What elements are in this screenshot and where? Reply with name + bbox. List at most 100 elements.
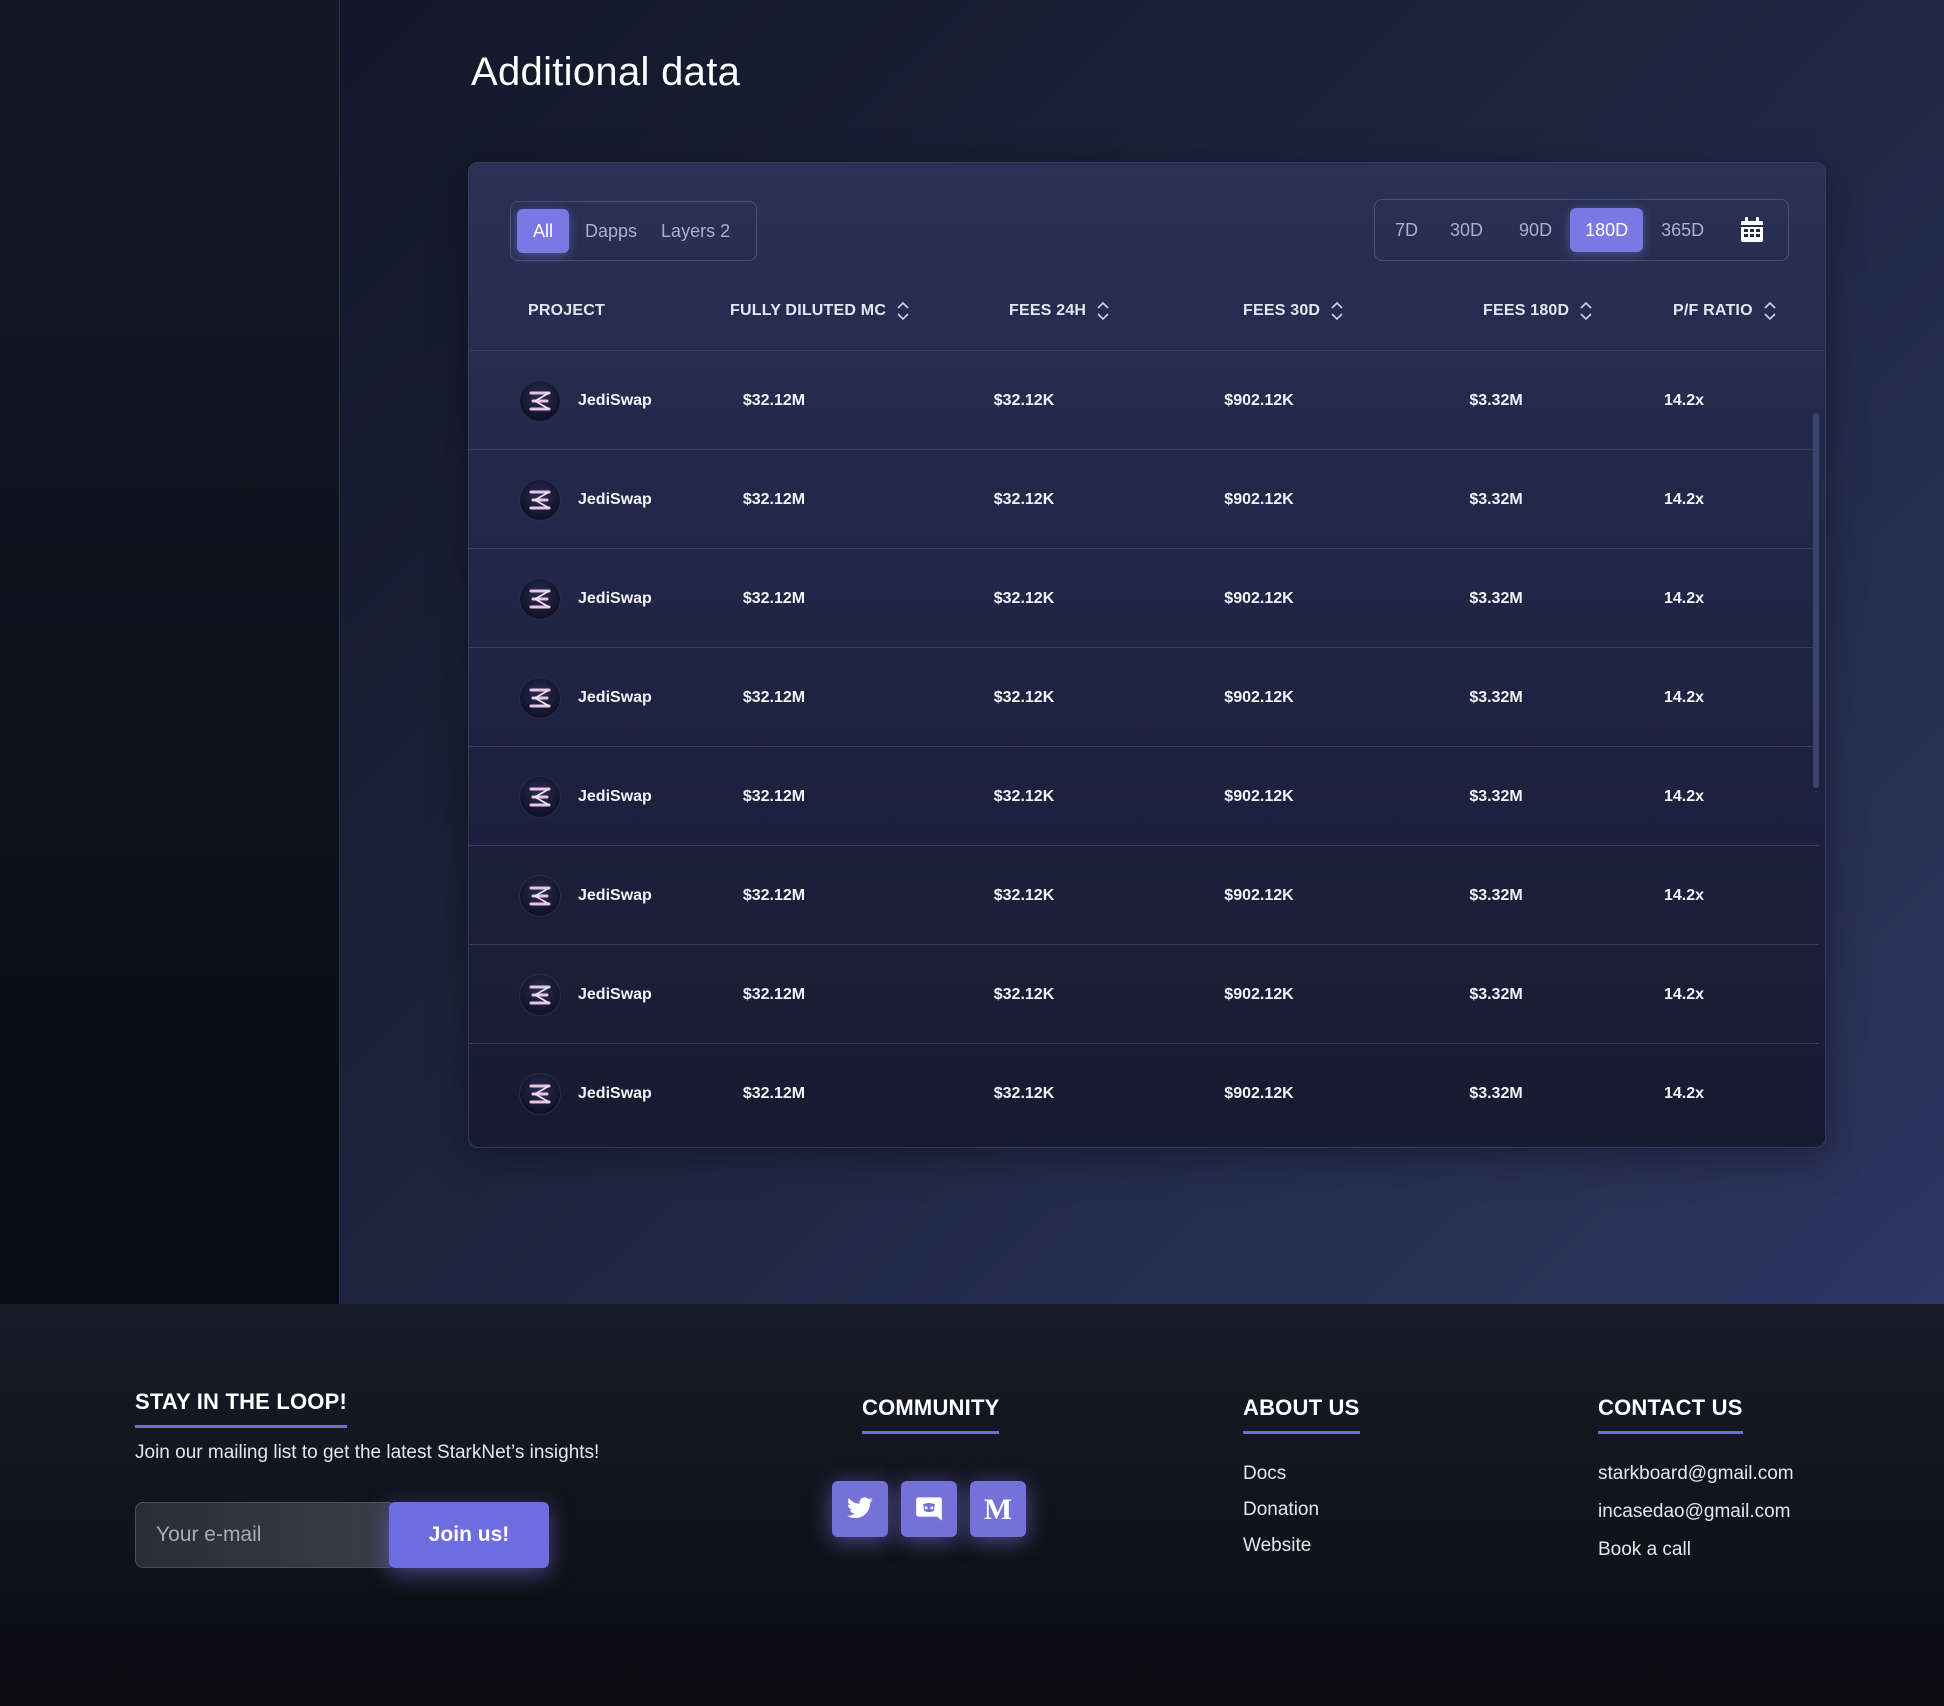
cell-project: JediSwap	[520, 846, 652, 945]
sort-icon[interactable]	[1579, 301, 1593, 321]
jediswap-logo-icon	[520, 1073, 560, 1114]
link-email-incasedao[interactable]: incasedao@gmail.com	[1598, 1501, 1791, 1523]
cell-fees180d: $3.32M	[1469, 886, 1523, 904]
cell-pf-ratio: 14.2x	[1663, 490, 1705, 508]
twitter-icon[interactable]	[832, 1481, 888, 1537]
table-row[interactable]: JediSwap $32.12M $32.12K $902.12K $3.32M 14.2…	[469, 351, 1819, 450]
table-header: PROJECT FULLY DILUTED MC FEES 24H FEES 3…	[469, 271, 1825, 351]
cell-fees30d: $902.12K	[1224, 985, 1294, 1003]
project-name: JediSwap	[578, 589, 652, 607]
about-heading: ABOUT US	[1243, 1395, 1360, 1434]
cell-project: JediSwap	[520, 747, 652, 846]
cell-pf-ratio: 14.2x	[1663, 985, 1705, 1003]
table-row[interactable]: JediSwap $32.12M $32.12K $902.12K $3.32M 14.2…	[469, 648, 1819, 747]
cell-fees180d: $3.32M	[1469, 985, 1523, 1003]
cell-fees24h: $32.12K	[993, 391, 1055, 409]
link-book-call[interactable]: Book a call	[1598, 1539, 1691, 1561]
project-name: JediSwap	[578, 985, 652, 1003]
svg-text:M: M	[984, 1495, 1012, 1523]
cell-fees24h: $32.12K	[993, 886, 1055, 904]
cell-fees30d: $902.12K	[1224, 787, 1294, 805]
cell-fees24h: $32.12K	[993, 985, 1055, 1003]
link-website[interactable]: Website	[1243, 1535, 1311, 1557]
join-button[interactable]: Join us!	[389, 1502, 549, 1568]
newsletter-text: Join our mailing list to get the latest …	[135, 1442, 600, 1463]
medium-icon[interactable]: M	[970, 1481, 1026, 1537]
calendar-icon[interactable]	[1722, 208, 1782, 252]
jediswap-logo-icon	[520, 479, 560, 520]
jediswap-logo-icon	[520, 776, 560, 817]
cell-fees180d: $3.32M	[1469, 1084, 1523, 1102]
community-heading: COMMUNITY	[862, 1395, 1000, 1434]
scrollbar[interactable]	[1813, 413, 1819, 788]
col-project: PROJECT	[528, 302, 605, 319]
cell-fdmc: $32.12M	[742, 589, 806, 607]
cell-fees30d: $902.12K	[1224, 391, 1294, 409]
newsletter-heading: STAY IN THE LOOP!	[135, 1389, 348, 1428]
sort-icon[interactable]	[1096, 301, 1110, 321]
col-fees30d[interactable]: FEES 30D	[1243, 271, 1344, 351]
cell-fees180d: $3.32M	[1469, 688, 1523, 706]
project-name: JediSwap	[578, 787, 652, 805]
col-fdmc[interactable]: FULLY DILUTED MC	[730, 271, 910, 351]
col-fees180d[interactable]: FEES 180D	[1483, 271, 1593, 351]
sort-icon[interactable]	[896, 301, 910, 321]
jediswap-logo-icon	[520, 875, 560, 916]
filter-layers2[interactable]: Layers 2	[649, 209, 750, 253]
cell-fees30d: $902.12K	[1224, 688, 1294, 706]
cell-pf-ratio: 14.2x	[1663, 1084, 1705, 1102]
cell-fees24h: $32.12K	[993, 1084, 1055, 1102]
jediswap-logo-icon	[520, 578, 560, 619]
email-input[interactable]	[135, 1502, 391, 1568]
main-area: Additional data All Dapps Layers 2 7D 30…	[0, 0, 1944, 1304]
discord-icon[interactable]	[901, 1481, 957, 1537]
cell-fees30d: $902.12K	[1224, 1084, 1294, 1102]
jediswap-logo-icon	[520, 380, 560, 421]
period-7d[interactable]: 7D	[1381, 208, 1432, 252]
table-row[interactable]: JediSwap $32.12M $32.12K $902.12K $3.32M 14.2…	[469, 549, 1819, 648]
project-name: JediSwap	[578, 490, 652, 508]
category-filter: All Dapps Layers 2	[510, 201, 758, 261]
table-row[interactable]: JediSwap $32.12M $32.12K $902.12K $3.32M 14.2…	[469, 945, 1819, 1044]
table-row[interactable]: JediSwap $32.12M $32.12K $902.12K $3.32M 14.2…	[469, 1044, 1819, 1143]
sort-icon[interactable]	[1330, 301, 1344, 321]
link-docs[interactable]: Docs	[1243, 1463, 1286, 1485]
contact-heading: CONTACT US	[1598, 1395, 1743, 1434]
period-90d[interactable]: 90D	[1501, 208, 1570, 252]
cell-fees180d: $3.32M	[1469, 589, 1523, 607]
cell-fees24h: $32.12K	[993, 787, 1055, 805]
sort-icon[interactable]	[1763, 301, 1777, 321]
data-card: All Dapps Layers 2 7D 30D 90D 180D 365D	[468, 162, 1826, 1148]
table-row[interactable]: JediSwap $32.12M $32.12K $902.12K $3.32M 14.2…	[469, 846, 1819, 945]
cell-fees24h: $32.12K	[993, 490, 1055, 508]
footer: STAY IN THE LOOP! Join our mailing list …	[0, 1304, 1944, 1706]
cell-fees30d: $902.12K	[1224, 589, 1294, 607]
cell-project: JediSwap	[520, 945, 652, 1044]
project-name: JediSwap	[578, 688, 652, 706]
period-365d[interactable]: 365D	[1643, 208, 1722, 252]
sidebar	[0, 0, 340, 1304]
cell-project: JediSwap	[520, 549, 652, 648]
cell-pf-ratio: 14.2x	[1663, 787, 1705, 805]
period-30d[interactable]: 30D	[1432, 208, 1501, 252]
cell-fdmc: $32.12M	[742, 985, 806, 1003]
table-row[interactable]: JediSwap $32.12M $32.12K $902.12K $3.32M 14.2…	[469, 747, 1819, 846]
project-name: JediSwap	[578, 1084, 652, 1102]
cell-pf-ratio: 14.2x	[1663, 391, 1705, 409]
col-pf-ratio[interactable]: P/F RATIO	[1673, 271, 1777, 351]
cell-fdmc: $32.12M	[742, 886, 806, 904]
table-row[interactable]: JediSwap $32.12M $32.12K $902.12K $3.32M 14.2…	[469, 450, 1819, 549]
cell-fees24h: $32.12K	[993, 688, 1055, 706]
cell-pf-ratio: 14.2x	[1663, 688, 1705, 706]
project-name: JediSwap	[578, 391, 652, 409]
col-fees24h[interactable]: FEES 24H	[1009, 271, 1110, 351]
link-donation[interactable]: Donation	[1243, 1499, 1319, 1521]
cell-fdmc: $32.12M	[742, 490, 806, 508]
filter-dapps[interactable]: Dapps	[569, 209, 649, 253]
link-email-starkboard[interactable]: starkboard@gmail.com	[1598, 1463, 1794, 1485]
table-body: JediSwap $32.12M $32.12K $902.12K $3.32M 14.2…	[469, 351, 1819, 1143]
project-name: JediSwap	[578, 886, 652, 904]
period-180d[interactable]: 180D	[1570, 208, 1644, 252]
filter-all[interactable]: All	[517, 209, 570, 253]
cell-project: JediSwap	[520, 351, 652, 450]
